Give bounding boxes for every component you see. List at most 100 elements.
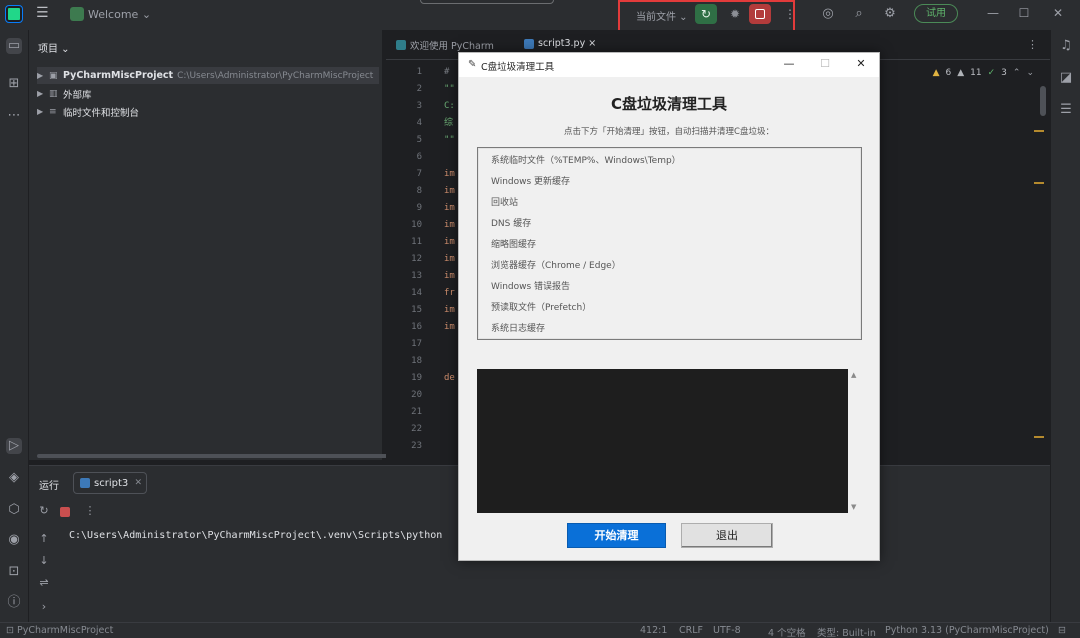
cleanup-item: 系统日志缓存 [491,324,546,334]
code-line: de [444,373,455,383]
dialog-heading: C盘垃圾清理工具 [610,95,727,113]
tree-item-scratches[interactable]: ▶ ≡ 临时文件和控制台 [37,103,379,120]
down-arrow-icon[interactable]: ↓ [37,554,51,567]
editor-scrollbar[interactable] [1040,86,1046,116]
dialog-title-bar[interactable]: ✎ C盘垃圾清理工具 — ☐ ✕ [459,53,879,77]
ai-chat-icon[interactable]: ◪ [1058,70,1074,86]
code-line: fr [444,288,455,298]
minimize-icon[interactable]: — [985,6,1001,20]
status-indent[interactable]: 4 个空格 [768,625,806,638]
line-number: 16 [411,322,422,332]
line-number: 10 [411,220,422,230]
run-tool-icon[interactable]: ▷ [6,438,22,454]
run-tab-script3[interactable]: script3 ✕ [73,472,147,494]
weak-warning-count: 11 [970,68,982,78]
line-number: 12 [411,254,422,264]
scroll-down-icon[interactable]: ▼ [851,503,856,511]
status-interpreter[interactable]: Python 3.13 (PyCharmMiscProject) [885,625,1049,636]
project-panel-header[interactable]: 项目 ⌄ [38,40,70,55]
lock-icon[interactable]: ⊟ [1058,625,1066,636]
cleanup-item: 系统临时文件（%TEMP%、Windows\Temp） [491,156,681,166]
database-icon[interactable]: ☰ [1058,102,1074,118]
chevron-right-icon[interactable]: ▶ [37,107,45,116]
close-tab-icon[interactable]: ✕ [134,478,142,488]
more-options-icon[interactable]: ⋮ [83,504,97,517]
code-line: im [444,305,455,315]
project-badge-icon [70,7,84,21]
tree-item-external-libraries[interactable]: ▶ ▥ 外部库 [37,85,379,102]
dialog-maximize-icon[interactable]: ☐ [818,57,832,70]
cleanup-item: Windows 更新缓存 [491,177,571,187]
chevron-right-icon[interactable]: ▶ [37,71,45,80]
status-type[interactable]: 类型: Built-in [817,625,876,638]
line-number: 15 [411,305,422,315]
log-scrollbar[interactable]: ▲ ▼ [848,369,862,513]
structure-tool-icon[interactable]: ⊞ [6,76,22,92]
warning-count: 6 [945,68,952,78]
start-cleanup-button[interactable]: 开始清理 [567,523,666,548]
code-line: im [444,220,455,230]
terminal-icon[interactable]: ⊡ [6,564,22,580]
project-panel: 项目 ⌄ ▶ ▣ PyCharmMiscProject C:\Users\Adm… [29,30,407,460]
notifications-icon[interactable]: ♫ [1058,38,1074,54]
up-arrow-icon[interactable]: ↑ [37,532,51,545]
ai-assistant-icon[interactable]: ◎ [820,6,836,22]
log-output-area[interactable] [477,369,848,513]
python-console-icon[interactable]: ⬡ [6,502,22,518]
chevron-up-icon[interactable]: ⌃ [1013,68,1021,78]
line-number: 5 [416,135,422,145]
line-number: 14 [411,288,422,298]
feather-icon: ✎ [468,59,477,70]
scroll-up-icon[interactable]: ▲ [851,371,856,379]
problems-icon[interactable]: ⓘ [6,595,22,611]
chevron-right-icon[interactable]: ▶ [37,89,45,98]
status-line-separator[interactable]: CRLF [679,625,703,636]
hamburger-menu-icon[interactable]: ☰ [36,6,50,20]
scrollbar-warning-mark[interactable] [1034,436,1044,438]
exit-button[interactable]: 退出 [681,523,773,548]
dialog-close-icon[interactable]: ✕ [854,57,868,70]
project-selector-label: Welcome ⌄ [88,7,152,21]
editor-more-icon[interactable]: ⋮ [1027,38,1038,51]
library-icon: ▥ [49,88,58,99]
weak-warning-icon: ▲ [957,68,965,78]
code-line: C: [444,101,455,111]
status-project[interactable]: ⊡ PyCharmMiscProject [6,625,113,636]
search-icon[interactable]: ⌕ [851,6,867,22]
tree-item-label: 外部库 [63,89,92,101]
python-packages-icon[interactable]: ◈ [6,470,22,486]
dialog-subtitle: 点击下方「开始清理」按钮，自动扫描并清理C盘垃圾： [564,127,774,137]
line-number: 22 [411,424,422,434]
folder-icon: ▣ [49,70,58,81]
code-line: im [444,322,455,332]
scrollbar-warning-mark[interactable] [1034,182,1044,184]
code-text[interactable]: # "" C: 综 "" im im im im im im im fr im … [444,64,455,387]
tab-welcome[interactable]: 欢迎使用 PyCharm [396,38,494,52]
chevron-down-icon[interactable]: ⌄ [1026,68,1034,78]
project-selector[interactable]: Welcome ⌄ [70,6,151,22]
project-tool-icon[interactable]: ▭ [6,38,22,54]
tab-script3[interactable]: script3.py × [524,38,596,49]
search-everywhere-pill[interactable] [420,0,554,4]
settings-gear-icon[interactable]: ⚙ [882,6,898,22]
close-icon[interactable]: ✕ [1050,6,1066,20]
horizontal-scrollbar[interactable] [37,454,407,458]
tree-item-project-root[interactable]: ▶ ▣ PyCharmMiscProject C:\Users\Administ… [37,67,379,84]
tree-item-label: 临时文件和控制台 [63,107,140,119]
more-tools-icon[interactable]: ⋯ [6,108,22,124]
chevron-right-icon[interactable]: › [37,600,51,613]
title-bar: ☰ Welcome ⌄ 当前文件 ⌄ ↻ ✹ ⋮ ◎ ⌕ ⚙ 试用 — ☐ ✕ [0,0,1080,42]
stop-icon[interactable] [60,507,70,517]
inspection-widget[interactable]: ▲ 6 ▲ 11 ✓ 3 ⌃ ⌄ [933,68,1034,78]
rerun-icon[interactable]: ↻ [37,504,51,517]
services-icon[interactable]: ◉ [6,532,22,548]
status-encoding[interactable]: UTF-8 [713,625,741,636]
scrollbar-warning-mark[interactable] [1034,130,1044,132]
line-number: 3 [416,101,422,111]
trial-button[interactable]: 试用 [914,4,958,23]
status-caret-position[interactable]: 412:1 [640,625,667,636]
soft-wrap-icon[interactable]: ⇌ [37,576,51,589]
maximize-icon[interactable]: ☐ [1016,6,1032,20]
dialog-minimize-icon[interactable]: — [782,57,796,70]
